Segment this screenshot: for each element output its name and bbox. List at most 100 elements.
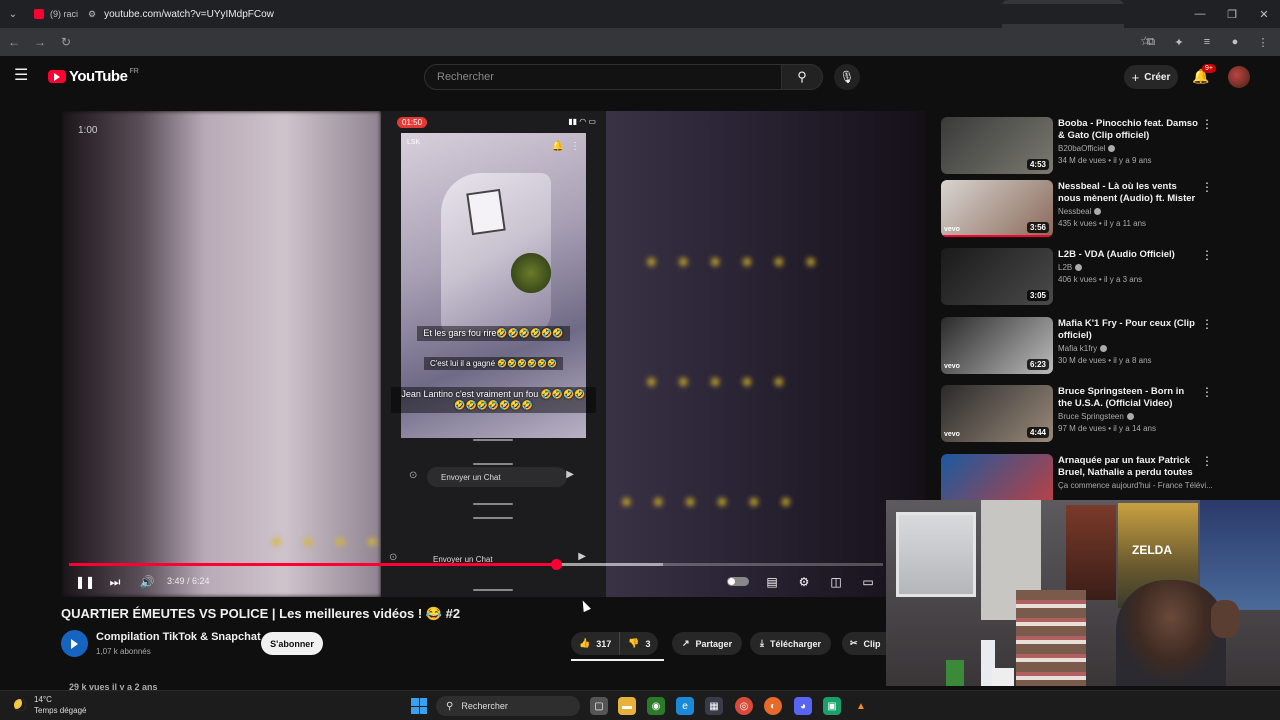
recommendation-thumbnail[interactable]: 3:05 [941, 248, 1053, 305]
recommendation-item[interactable]: 4:44 vevo Bruce Springsteen - Born in the … [941, 385, 1271, 447]
close-window-icon[interactable]: ✕ [1248, 0, 1280, 28]
subtitles-icon[interactable]: ▤ [763, 574, 781, 590]
home-indicator [473, 589, 513, 591]
recommendation-item[interactable]: 3:56 vevo Nessbeal - Là où les vents nous … [941, 180, 1271, 242]
clip-button[interactable]: ✂ Clip [842, 632, 886, 655]
more-actions-icon[interactable]: ⋮ [1201, 454, 1213, 468]
nvidia-icon[interactable]: ◉ [647, 697, 665, 715]
share-button[interactable]: ↗ Partager [672, 632, 743, 655]
pause-icon[interactable]: ❚❚ [75, 574, 95, 590]
recommendation-thumbnail[interactable]: 6:23 vevo [941, 317, 1053, 374]
address-bar: ← → ↻ [0, 28, 1280, 56]
install-app-icon[interactable]: ⧉ [1140, 32, 1162, 52]
theater-mode-icon[interactable]: ▭ [859, 574, 877, 590]
media-control-icon[interactable]: ≡ [1196, 32, 1218, 52]
channel-avatar[interactable] [61, 630, 88, 657]
recommendation-thumbnail[interactable]: 4:53 [941, 117, 1053, 174]
taskbar-search[interactable]: ⚲ Rechercher [436, 696, 580, 716]
search-input[interactable]: Rechercher [424, 64, 782, 90]
guide-menu-icon[interactable]: ☰ [14, 68, 34, 84]
chat-input: Envoyer un Chat [427, 467, 567, 487]
site-info-icon[interactable]: ⚙ [88, 9, 96, 20]
minimize-icon[interactable]: — [1184, 0, 1216, 28]
create-button[interactable]: + Créer [1124, 65, 1178, 89]
miniplayer-icon[interactable]: ◫ [827, 574, 845, 590]
plus-icon: + [1131, 69, 1140, 85]
edge-icon[interactable]: e [676, 697, 694, 715]
more-actions-icon[interactable]: ⋮ [1201, 180, 1213, 194]
scrubber-handle[interactable] [550, 559, 562, 570]
tab-search-chevron-icon[interactable]: ⌄ [0, 0, 26, 28]
thumbs-down-icon: 👎 [628, 638, 640, 648]
more-actions-icon[interactable]: ⋮ [1201, 317, 1213, 331]
search-button[interactable]: ⚲ [781, 64, 823, 90]
chat-input: Envoyer un Chat [433, 554, 493, 564]
moon-weather-icon[interactable] [14, 699, 26, 711]
recommendation-item[interactable]: 4:53 Booba - Pinocchio feat. Damso & Gato… [941, 117, 1271, 179]
recommendation-channel[interactable]: L2B [1058, 263, 1083, 272]
recommendation-title[interactable]: Arnaquée par un faux Patrick Bruel, Nath… [1058, 455, 1198, 479]
channel-label: L2B [1058, 263, 1073, 272]
recommendation-title[interactable]: Mafia K'1 Fry - Pour ceux (Clip officiel… [1058, 318, 1198, 342]
recommendation-item[interactable]: 6:23 vevo Mafia K'1 Fry - Pour ceux (Clip … [941, 317, 1271, 379]
camera-icon: ⊙ [389, 552, 398, 563]
windows-start-icon[interactable] [411, 698, 427, 714]
task-view-icon[interactable]: ▢ [590, 697, 608, 715]
recommendation-meta: 97 M de vues • il y a 14 ans [1058, 424, 1156, 433]
recommendation-channel[interactable]: B20baOfficiel [1058, 144, 1116, 153]
channel-name[interactable]: Compilation TikTok & Snapchat [96, 631, 261, 643]
download-button[interactable]: ⤓ Télécharger [750, 632, 832, 655]
volume-icon[interactable]: 🔊 [139, 574, 155, 590]
youtube-logo[interactable]: YouTube FR [48, 68, 139, 85]
weather-temperature[interactable]: 14°C [34, 695, 52, 704]
recommendation-item[interactable]: 3:05 L2B - VDA (Audio Officiel) L2B 406 k v… [941, 248, 1271, 310]
chrome-icon[interactable]: ◎ [735, 697, 753, 715]
recommendation-channel[interactable]: Mafia k1fry [1058, 344, 1108, 353]
recommendation-title[interactable]: Bruce Springsteen - Born in the U.S.A. (… [1058, 386, 1198, 410]
recommendation-thumbnail[interactable]: 3:56 vevo [941, 180, 1053, 237]
video-player[interactable]: ● ● ● ● ● ● ● ● ● ● ● ● ● ● ● ● ● ● ● ● … [61, 111, 925, 597]
thumbs-up-icon: 👍 [579, 638, 591, 648]
like-dislike-group: 👍 317 👎 3 [571, 632, 659, 655]
omnibox[interactable]: ⚙ youtube.com/watch?v=UYyIMdpFCow [78, 4, 1178, 24]
next-icon[interactable]: ⏭ [107, 574, 123, 590]
recommendation-title[interactable]: L2B - VDA (Audio Officiel) [1058, 249, 1198, 261]
file-explorer-icon[interactable]: ▬ [618, 697, 636, 715]
firefox-icon[interactable]: ◐ [764, 697, 782, 715]
dislike-button[interactable]: 👎 3 [620, 632, 658, 655]
recommendation-channel[interactable]: Ça commence aujourd'hui - France Télévi.… [1058, 481, 1213, 490]
more-actions-icon[interactable]: ⋮ [1201, 248, 1213, 262]
autoplay-toggle[interactable] [727, 577, 749, 586]
subscriber-count: 1,07 k abonnés [96, 647, 151, 656]
back-icon[interactable]: ← [2, 30, 26, 54]
subscribe-button[interactable]: S'abonner [261, 632, 323, 655]
extensions-icon[interactable]: ✦ [1168, 32, 1190, 52]
more-actions-icon[interactable]: ⋮ [1201, 385, 1213, 399]
progress-bar[interactable] [69, 559, 883, 570]
verified-check-icon [1094, 208, 1102, 216]
caption-line: Jean Lantino c'est vraiment un fou 🤣🤣🤣🤣🤣… [381, 387, 606, 413]
vlc-icon[interactable]: ▲ [852, 697, 870, 715]
more-actions-icon[interactable]: ⋮ [1201, 117, 1213, 131]
recommendation-thumbnail[interactable]: 4:44 vevo [941, 385, 1053, 442]
like-button[interactable]: 👍 317 [571, 632, 621, 655]
recommendation-title[interactable]: Nessbeal - Là où les vents nous mènent (… [1058, 181, 1198, 205]
recommendation-channel[interactable]: Nessbeal [1058, 207, 1102, 216]
recommendation-title[interactable]: Booba - Pinocchio feat. Damso & Gato (Cl… [1058, 118, 1198, 142]
voice-search-icon[interactable]: 🎙 [834, 64, 860, 90]
recommendation-channel[interactable]: Bruce Springsteen [1058, 412, 1134, 421]
snap-more-icon: ⋮ [570, 141, 580, 152]
maximize-icon[interactable]: ❐ [1216, 0, 1248, 28]
weather-description[interactable]: Temps dégagé [34, 706, 86, 715]
store-icon[interactable]: ▦ [705, 697, 723, 715]
forward-icon[interactable]: → [28, 30, 52, 54]
browser-menu-icon[interactable]: ⋮ [1252, 32, 1274, 52]
reload-icon[interactable]: ↻ [54, 30, 78, 54]
logo-wordmark: YouTube [69, 68, 128, 85]
profile-icon[interactable]: ● [1224, 32, 1246, 52]
verified-check-icon [1108, 145, 1116, 153]
settings-gear-icon[interactable]: ⚙ [795, 574, 813, 590]
discord-icon[interactable]: ◕ [794, 697, 812, 715]
app-icon[interactable]: ▣ [823, 697, 841, 715]
account-avatar[interactable] [1228, 66, 1250, 88]
